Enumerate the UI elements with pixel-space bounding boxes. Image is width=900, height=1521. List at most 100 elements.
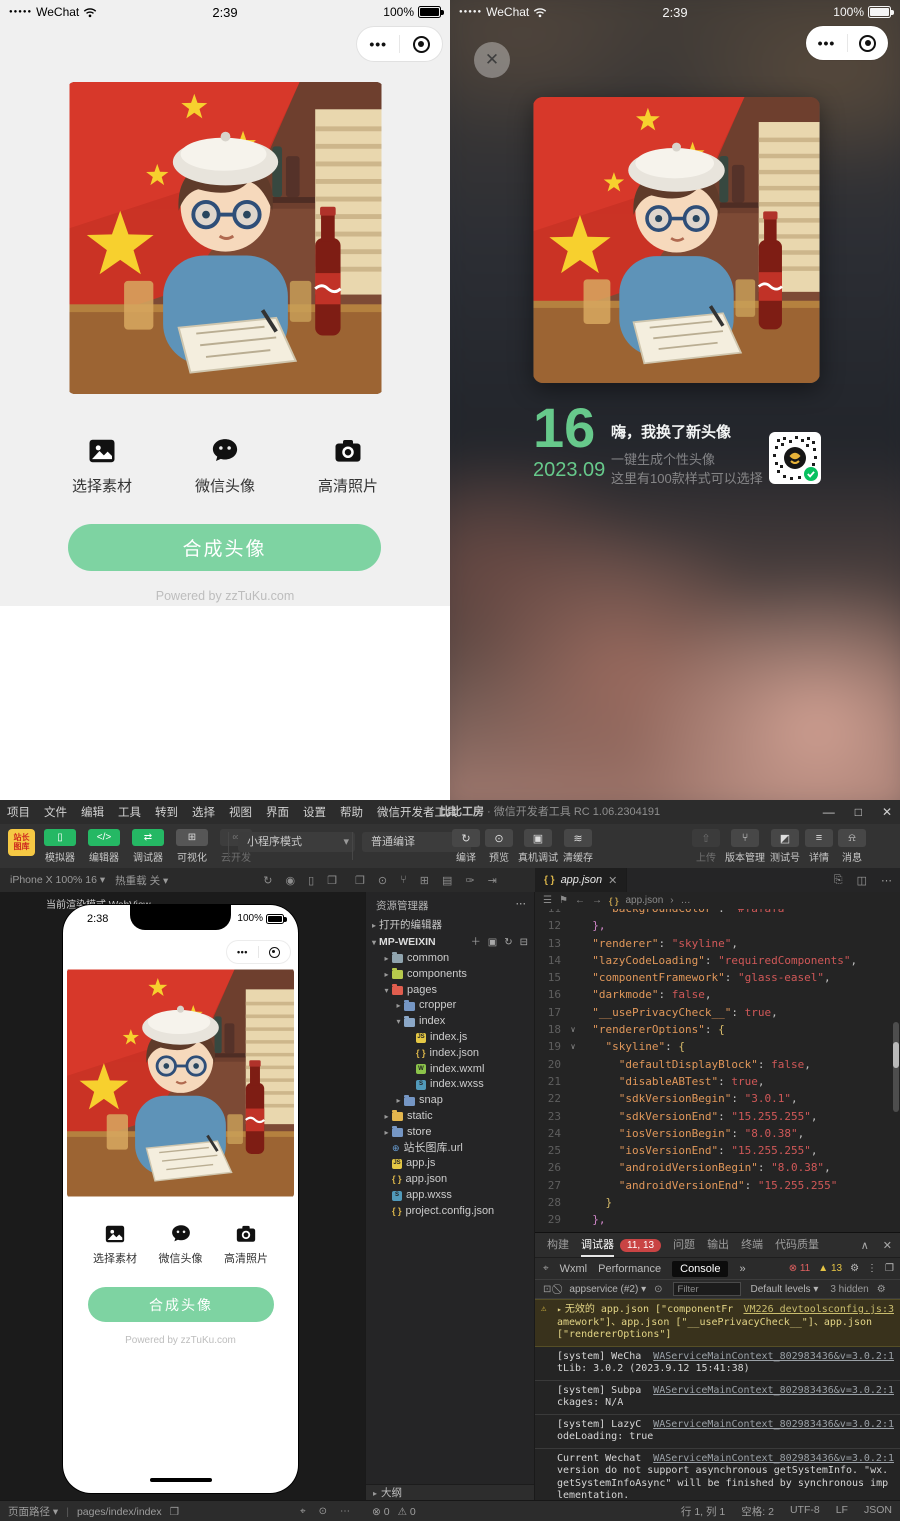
capsule-menu[interactable]: ••• — [806, 26, 888, 60]
debugger-tab-输出[interactable]: 输出 — [707, 1233, 729, 1257]
tree-item-project.config.json[interactable]: { }project.config.json — [366, 1204, 534, 1220]
code-line-22[interactable]: 22 "sdkVersionBegin": "3.0.1", — [535, 1090, 900, 1107]
toolbar-action-编译[interactable]: ↻编译 — [452, 829, 480, 864]
minimize-target-icon[interactable] — [413, 36, 430, 53]
action-高清照片[interactable]: 高清照片 — [318, 436, 378, 496]
code-line-19[interactable]: 19∨ "skyline": { — [535, 1038, 900, 1055]
minimize-target-icon[interactable] — [269, 947, 280, 958]
menu-item-文件[interactable]: 文件 — [37, 804, 74, 820]
log-levels-select[interactable]: Default levels ▾ — [751, 1284, 819, 1295]
toolbar-action-测试号[interactable]: ◩测试号 — [770, 829, 800, 864]
menu-item-视图[interactable]: 视图 — [222, 804, 259, 820]
tree-item-store[interactable]: ▸store — [366, 1125, 534, 1141]
console-filter-input[interactable] — [673, 1282, 741, 1296]
debugger-tab-终端[interactable]: 终端 — [741, 1233, 763, 1257]
devtools-tab-Wxml[interactable]: Wxml — [560, 1263, 588, 1275]
record-icon[interactable]: ◉ — [286, 874, 296, 887]
more-dots-icon[interactable]: ••• — [369, 37, 387, 51]
git-branch-icon[interactable]: ⑂ — [400, 874, 407, 886]
action-微信头像[interactable]: 微信头像 — [195, 436, 255, 496]
code-line-25[interactable]: 25 "iosVersionEnd": "15.255.255", — [535, 1142, 900, 1159]
tree-item-pages[interactable]: ▾pages — [366, 983, 534, 999]
tree-item-common[interactable]: ▸common — [366, 951, 534, 967]
toolbar-action-清缓存[interactable]: ≋清缓存 — [563, 829, 593, 864]
console-source-link[interactable]: WAServiceMainContext_802983436&v=3.0.2:1 — [653, 1351, 894, 1364]
eye-icon[interactable]: ⊙ — [319, 1506, 327, 1517]
code-line-21[interactable]: 21 "disableABTest": true, — [535, 1073, 900, 1090]
tree-item-app.js[interactable]: JSapp.js — [366, 1156, 534, 1172]
cursor-position[interactable]: 行 1, 列 1 — [681, 1504, 725, 1519]
refresh-icon[interactable]: ↻ — [504, 934, 512, 951]
code-line-20[interactable]: 20 "defaultDisplayBlock": false, — [535, 1056, 900, 1073]
project-root-section[interactable]: ▾MP-WEIXIN ＋ ▣ ↻ ⊟ — [366, 934, 534, 951]
action-选择素材[interactable]: 选择素材 — [93, 1223, 137, 1266]
collapse-panel-icon[interactable]: ∧ — [861, 1239, 869, 1252]
toolbar-action-真机调试[interactable]: ▣真机调试 — [518, 829, 558, 864]
code-line-17[interactable]: 17 "__usePrivacyCheck__": true, — [535, 1004, 900, 1021]
debugger-tab-调试器[interactable]: 调试器 — [581, 1233, 614, 1257]
new-file-icon[interactable]: ⎘ — [834, 874, 843, 887]
mode-button-模拟器[interactable]: ▯模拟器 — [42, 829, 78, 864]
tree-item-index.wxss[interactable]: Sindex.wxss — [366, 1077, 534, 1093]
eye-icon[interactable]: ⊙ — [654, 1284, 662, 1295]
tree-item-index.json[interactable]: { }index.json — [366, 1046, 534, 1062]
more-dots-icon[interactable]: ••• — [237, 948, 248, 957]
encoding[interactable]: UTF-8 — [790, 1504, 820, 1519]
explorer-more-icon[interactable]: ⋯ — [516, 898, 527, 913]
bookmark-icon[interactable]: ⚑ — [559, 895, 568, 906]
toolbar-action-预览[interactable]: ⊙预览 — [485, 829, 513, 864]
new-file-icon[interactable]: ＋ — [471, 934, 481, 951]
console-source-link[interactable]: WAServiceMainContext_802983436&v=3.0.2:1 — [653, 1419, 894, 1432]
undock-icon[interactable]: ❐ — [885, 1263, 894, 1274]
editor-scrollbar-thumb[interactable] — [893, 1042, 899, 1068]
console-log-list[interactable]: ⚠VM226 devtoolsconfig.js:3▸无效的 app.json … — [535, 1299, 900, 1503]
multi-window-icon[interactable]: ❐ — [327, 874, 337, 887]
extensions-icon[interactable]: ⊞ — [420, 874, 429, 887]
toolbar-action-版本管理[interactable]: ⑂版本管理 — [725, 829, 765, 864]
problems-counters[interactable]: ⊗ 0 ⚠ 0 — [372, 1506, 416, 1518]
mode-button-编辑器[interactable]: </>编辑器 — [86, 829, 122, 864]
tree-item-index[interactable]: ▾index — [366, 1014, 534, 1030]
tree-item-app.wxss[interactable]: Sapp.wxss — [366, 1188, 534, 1204]
mode-button-调试器[interactable]: ⇄调试器 — [130, 829, 166, 864]
more-dots-icon[interactable]: ••• — [818, 36, 836, 50]
capsule-menu[interactable]: ••• — [227, 941, 290, 963]
language-mode[interactable]: JSON — [864, 1504, 892, 1519]
code-line-14[interactable]: 14 "lazyCodeLoading": "requiredComponent… — [535, 952, 900, 969]
search-icon[interactable]: ⊙ — [378, 874, 387, 887]
debug-icon[interactable]: ⌖ — [300, 1506, 306, 1517]
debugger-tab-代码质量[interactable]: 代码质量 — [775, 1233, 819, 1257]
close-button[interactable]: ✕ — [882, 805, 892, 819]
mode-button-可视化[interactable]: ⊞可视化 — [174, 829, 210, 864]
menu-item-项目[interactable]: 项目 — [0, 804, 37, 820]
avatar-preview-image[interactable] — [67, 82, 384, 394]
fold-chevron-icon[interactable]: ∨ — [567, 1021, 579, 1038]
devtools-tab-Console[interactable]: Console — [672, 1261, 728, 1277]
console-row[interactable]: WAServiceMainContext_802983436&v=3.0.2:1… — [535, 1381, 900, 1415]
npm-icon[interactable]: ▤ — [442, 874, 452, 887]
settings-gear-icon[interactable]: ⚙ — [850, 1263, 859, 1274]
nav-forward-icon[interactable]: → — [592, 895, 602, 906]
maximize-button[interactable]: □ — [855, 805, 862, 819]
toolbar-action-详情[interactable]: ≡详情 — [805, 829, 833, 864]
minimize-target-icon[interactable] — [859, 35, 876, 52]
menu-item-帮助[interactable]: 帮助 — [333, 804, 370, 820]
toolbar-action-消息[interactable]: ⍾消息 — [838, 829, 866, 864]
device-select[interactable]: iPhone X 100% 16 ▾ — [10, 874, 105, 886]
action-选择素材[interactable]: 选择素材 — [72, 436, 132, 496]
code-line-24[interactable]: 24 "iosVersionBegin": "8.0.38", — [535, 1125, 900, 1142]
more-actions-icon[interactable]: ⋯ — [881, 874, 892, 887]
breadcrumb-more[interactable]: … — [681, 895, 691, 906]
nav-back-icon[interactable]: ← — [575, 895, 585, 906]
eol[interactable]: LF — [836, 1504, 848, 1519]
zztuku-logo[interactable]: 站长图库 — [8, 829, 35, 856]
console-settings-icon[interactable]: ⚙ — [877, 1284, 886, 1295]
outline-section[interactable]: ▸大纲 — [366, 1484, 534, 1500]
tab-app-json[interactable]: { } app.json ✕ — [535, 868, 627, 892]
outline-icon[interactable]: ☰ — [543, 895, 552, 906]
explorer-files-icon[interactable]: ❐ — [355, 874, 365, 887]
tree-item-app.json[interactable]: { }app.json — [366, 1172, 534, 1188]
tree-item-snap[interactable]: ▸snap — [366, 1093, 534, 1109]
collapse-all-icon[interactable]: ⊟ — [520, 934, 528, 951]
hot-reload-toggle[interactable]: 热重载 关 ▾ — [115, 873, 168, 888]
